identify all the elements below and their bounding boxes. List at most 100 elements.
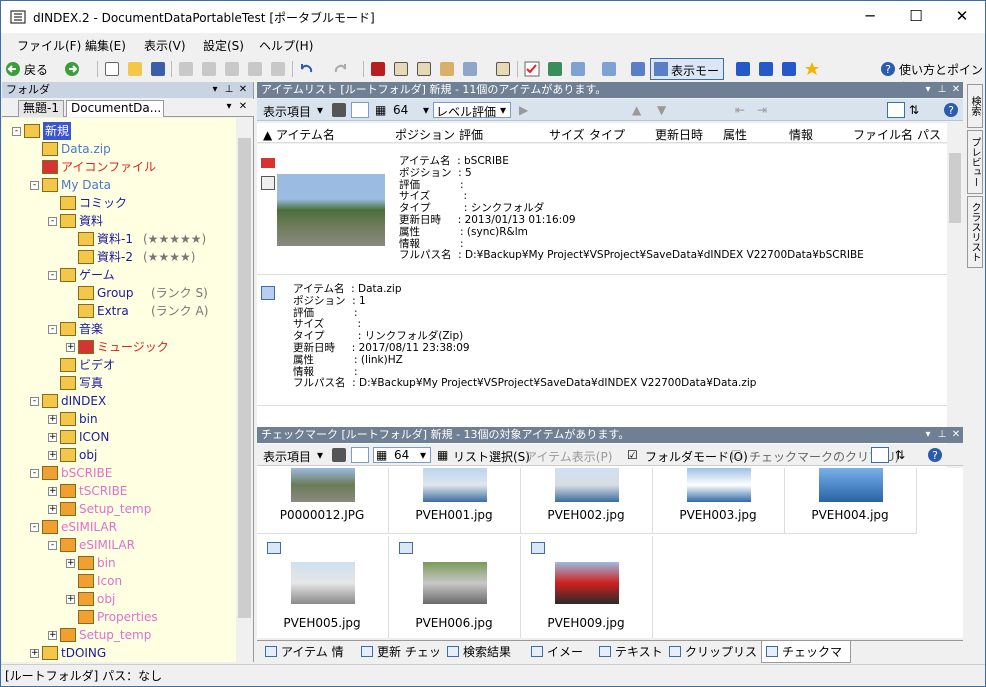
cm-thumbnail-view-icon[interactable] <box>351 447 369 463</box>
expand-icon[interactable]: + <box>66 559 75 568</box>
list-select-button[interactable]: リスト選択(S) <box>453 448 530 465</box>
collapse-icon[interactable]: - <box>48 271 57 280</box>
save-icon[interactable] <box>148 59 168 79</box>
display-mode-button[interactable]: 表示モード <box>650 58 724 95</box>
info-icon[interactable]: ? <box>941 100 961 120</box>
nav-forward-icon[interactable] <box>779 59 799 79</box>
bottom-tab[interactable]: クリップリスト <box>665 641 759 681</box>
collapse-icon[interactable]: - <box>48 325 57 334</box>
thumbnail-item[interactable]: P0000012.JPG <box>257 468 389 534</box>
thumbnail-item[interactable]: PVEH002.jpg <box>521 468 653 534</box>
thumbnail-item[interactable]: PVEH006.jpg <box>389 536 521 638</box>
clipboard-icon[interactable] <box>493 59 513 79</box>
col-size[interactable]: サイズ <box>549 126 585 143</box>
last-icon[interactable]: ⇥ <box>757 103 767 117</box>
menu-edit[interactable]: 編集(E) <box>85 37 126 54</box>
menu-file[interactable]: ファイル(F) <box>17 37 81 54</box>
collapse-icon[interactable]: - <box>48 217 57 226</box>
table-icon[interactable] <box>628 59 648 79</box>
col-info[interactable]: 情報 <box>789 126 813 143</box>
forward-icon[interactable] <box>62 59 82 79</box>
checkmark-menu-icon[interactable]: ▾ <box>921 427 935 443</box>
item-list-vscrollbar[interactable] <box>947 123 963 424</box>
thumbnail-item[interactable]: PVEH004.jpg <box>785 468 917 534</box>
find-icon[interactable] <box>460 59 480 79</box>
maximize-button[interactable]: ☐ <box>893 1 939 33</box>
move-up-icon[interactable]: ▲ <box>632 103 641 117</box>
expand-icon[interactable]: + <box>48 505 57 514</box>
properties-icon[interactable] <box>437 59 457 79</box>
close-button[interactable]: ✕ <box>939 1 985 33</box>
cm-sort-icon[interactable]: ⇅ <box>895 448 905 462</box>
bottom-tab[interactable]: チェックマーク <box>761 641 851 681</box>
bottom-tab[interactable]: アイテム 情報 <box>261 641 355 681</box>
item-list-menu-icon[interactable]: ▾ <box>921 82 935 98</box>
minimize-button[interactable]: ─ <box>847 1 893 33</box>
tab-untitled[interactable]: 無題-1 <box>18 100 64 117</box>
level-eval-dropdown[interactable]: レベル評価 ▾ <box>433 102 511 119</box>
export-icon[interactable] <box>545 59 565 79</box>
size-dropdown[interactable]: 64 <box>393 103 408 117</box>
expand-icon[interactable]: + <box>48 451 57 460</box>
cm-columns-icon[interactable] <box>329 445 349 465</box>
back-label[interactable]: 戻る <box>24 61 48 78</box>
expand-icon[interactable]: + <box>66 343 75 352</box>
collapse-icon[interactable]: - <box>48 541 57 550</box>
thumbnail-item[interactable]: PVEH009.jpg <box>521 536 653 638</box>
col-updated[interactable]: 更新日時 <box>655 126 703 143</box>
help-icon[interactable]: ? <box>878 59 898 79</box>
play-icon[interactable]: ▶ <box>519 103 528 117</box>
col-position[interactable]: ポジション <box>395 126 455 143</box>
collapse-icon[interactable]: - <box>30 397 39 406</box>
expand-icon[interactable]: + <box>30 649 39 658</box>
checkbox-icon[interactable] <box>733 59 753 79</box>
expand-icon[interactable]: + <box>66 595 75 604</box>
layout-icon[interactable] <box>568 59 588 79</box>
pane-menu-icon[interactable]: ▾ <box>208 82 222 98</box>
bottom-tab[interactable]: 更新 チェック <box>357 641 441 681</box>
tab-documentdata[interactable]: DocumentDa... <box>66 100 164 117</box>
expand-icon[interactable]: + <box>48 433 57 442</box>
thumbnail-view-icon[interactable] <box>351 102 369 118</box>
expand-icon[interactable]: + <box>48 631 57 640</box>
item-list-pin-icon[interactable]: ⊥ <box>935 82 949 98</box>
tree-scrollbar[interactable] <box>236 118 253 662</box>
collapse-icon[interactable]: - <box>30 181 39 190</box>
redo-icon[interactable] <box>330 59 350 79</box>
col-item-name[interactable]: ▲ アイテム名 <box>263 126 335 143</box>
tab-menu-icon[interactable]: ▾ <box>222 101 236 112</box>
bottom-tab[interactable]: 検索結果 <box>443 641 525 663</box>
display-items-dropdown[interactable]: 表示項目 <box>263 103 311 120</box>
paste-icon[interactable] <box>222 59 242 79</box>
list-item[interactable]: アイテム名 : bSCRIBE ポジション : 5 評価 : サイズ : タイプ… <box>257 144 947 275</box>
bottom-tab[interactable]: テキスト <box>595 641 663 663</box>
first-icon[interactable]: ⇤ <box>735 103 745 117</box>
collapse-icon[interactable]: - <box>30 523 39 532</box>
menu-view[interactable]: 表示(V) <box>144 37 186 54</box>
columns-icon[interactable] <box>329 100 349 120</box>
menu-settings[interactable]: 設定(S) <box>203 37 244 54</box>
cm-grid-icon[interactable] <box>871 447 889 463</box>
undo-icon[interactable] <box>297 59 317 79</box>
pin-icon[interactable]: ⊥ <box>222 82 236 98</box>
col-type[interactable]: タイプ <box>589 126 625 143</box>
item-list-close-icon[interactable]: ✕ <box>949 82 963 98</box>
item-display-button[interactable]: アイテム表示(P) <box>525 448 612 465</box>
check-icon[interactable] <box>522 59 542 79</box>
tab-close-icon[interactable]: ✕ <box>236 101 250 112</box>
side-tab-search[interactable]: 検索 <box>967 84 983 128</box>
new-icon[interactable] <box>102 59 122 79</box>
list-item[interactable]: アイテム名 : Data.zip ポジション : 1 評価 : サイズ : タイ… <box>257 276 947 406</box>
back-icon[interactable] <box>3 59 23 79</box>
book-icon[interactable] <box>368 59 388 79</box>
bottom-tab[interactable]: イメージ <box>527 641 593 681</box>
view-options-icon[interactable] <box>599 59 619 79</box>
cm-info-icon[interactable]: ? <box>925 445 945 465</box>
menu-help[interactable]: ヘルプ(H) <box>259 37 313 54</box>
thumbnail-item[interactable]: PVEH001.jpg <box>389 468 521 534</box>
cm-display-items-dropdown[interactable]: 表示項目 <box>263 448 311 465</box>
folder-mode-checkbox[interactable]: ☑ <box>627 448 638 462</box>
side-tab-preview[interactable]: プレビュー <box>967 130 983 194</box>
grid-icon[interactable] <box>887 102 905 118</box>
thumbnail-item[interactable]: PVEH005.jpg <box>257 536 389 638</box>
